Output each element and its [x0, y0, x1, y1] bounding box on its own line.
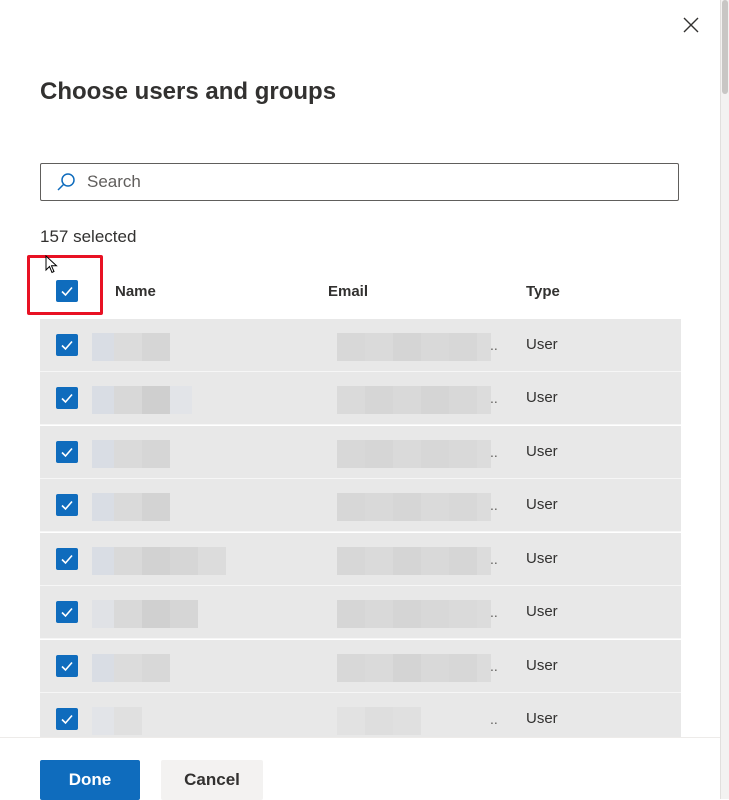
row-checkbox[interactable] [56, 334, 78, 356]
checkmark-icon [61, 447, 73, 458]
checkmark-icon [61, 714, 73, 725]
table-row[interactable]: .. User [40, 533, 681, 586]
redacted-name [92, 547, 226, 575]
redacted-email [337, 333, 491, 361]
close-button[interactable] [678, 12, 704, 38]
checkmark-icon [61, 393, 73, 404]
redacted-email [337, 386, 491, 414]
select-all-checkbox[interactable] [56, 280, 78, 302]
truncation-ellipsis: .. [490, 551, 498, 567]
row-checkbox[interactable] [56, 548, 78, 570]
redacted-email [337, 707, 421, 735]
search-box[interactable] [40, 163, 679, 201]
vertical-scrollbar[interactable] [720, 0, 729, 799]
scrollbar-thumb[interactable] [722, 0, 728, 94]
dialog-footer: Done Cancel [0, 737, 721, 800]
truncation-ellipsis: .. [490, 658, 498, 674]
column-header-email[interactable]: Email [328, 283, 368, 300]
redacted-name [92, 600, 198, 628]
row-type: User [526, 336, 558, 353]
redacted-name [92, 333, 170, 361]
truncation-ellipsis: .. [490, 604, 498, 620]
table-row[interactable]: .. User [40, 479, 681, 532]
checkmark-icon [61, 500, 73, 511]
checkmark-icon [61, 340, 73, 351]
row-type: User [526, 603, 558, 620]
done-button[interactable]: Done [40, 760, 140, 800]
column-header-name[interactable]: Name [115, 283, 156, 300]
search-input[interactable] [85, 171, 649, 193]
truncation-ellipsis: .. [490, 497, 498, 513]
row-type: User [526, 443, 558, 460]
selected-count: 157 selected [40, 227, 137, 246]
checkmark-icon [61, 554, 73, 565]
row-type: User [526, 550, 558, 567]
user-list: .. User .. User .. User .. User .. User … [40, 319, 681, 737]
checkmark-icon [61, 286, 73, 297]
checkmark-icon [61, 661, 73, 672]
table-row[interactable]: .. User [40, 693, 681, 737]
redacted-email [337, 654, 491, 682]
search-icon [55, 171, 77, 193]
row-type: User [526, 657, 558, 674]
redacted-name [92, 707, 142, 735]
row-checkbox[interactable] [56, 494, 78, 516]
table-row[interactable]: .. User [40, 319, 681, 372]
row-checkbox[interactable] [56, 655, 78, 677]
redacted-name [92, 386, 192, 414]
table-row[interactable]: .. User [40, 372, 681, 425]
row-type: User [526, 710, 558, 727]
redacted-email [337, 600, 491, 628]
row-type: User [526, 389, 558, 406]
truncation-ellipsis: .. [490, 444, 498, 460]
redacted-name [92, 654, 170, 682]
redacted-name [92, 493, 170, 521]
choose-users-panel: Choose users and groups 157 selected Nam… [0, 0, 721, 800]
truncation-ellipsis: .. [490, 337, 498, 353]
checkmark-icon [61, 607, 73, 618]
table-row[interactable]: .. User [40, 426, 681, 479]
cancel-button[interactable]: Cancel [161, 760, 263, 800]
truncation-ellipsis: .. [490, 390, 498, 406]
table-row[interactable]: .. User [40, 640, 681, 693]
truncation-ellipsis: .. [490, 711, 498, 727]
redacted-email [337, 547, 491, 575]
redacted-name [92, 440, 170, 468]
row-checkbox[interactable] [56, 441, 78, 463]
row-checkbox[interactable] [56, 387, 78, 409]
redacted-email [337, 493, 491, 521]
row-checkbox[interactable] [56, 601, 78, 623]
dialog-title: Choose users and groups [40, 78, 337, 105]
row-type: User [526, 496, 558, 513]
column-header-type[interactable]: Type [526, 283, 560, 300]
table-header: Name Email Type [40, 265, 680, 317]
row-checkbox[interactable] [56, 708, 78, 730]
redacted-email [337, 440, 491, 468]
close-icon [683, 17, 699, 33]
table-row[interactable]: .. User [40, 586, 681, 639]
